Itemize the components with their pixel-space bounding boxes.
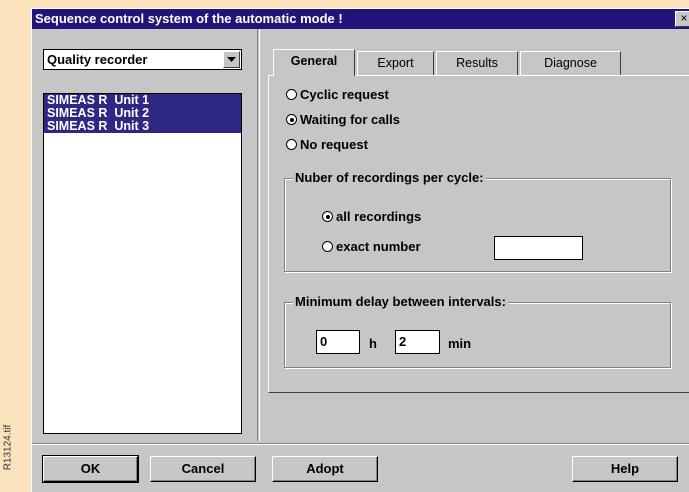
radio-no-request[interactable]: No request: [286, 137, 368, 152]
ok-button[interactable]: OK: [42, 455, 139, 483]
delay-group-legend: Minimum delay between intervals:: [293, 294, 508, 309]
cancel-button[interactable]: Cancel: [150, 456, 256, 482]
dialog-window: Sequence control system of the automatic…: [31, 8, 689, 492]
radio-circle[interactable]: [322, 241, 333, 252]
delay-minutes-input[interactable]: 2: [395, 330, 440, 354]
recordings-group-legend: Nuber of recordings per cycle:: [293, 170, 486, 185]
list-item[interactable]: SIMEAS R Unit 3: [44, 120, 241, 133]
device-type-dropdown[interactable]: Quality recorder: [43, 49, 242, 70]
recordings-group: Nuber of recordings per cycle:: [284, 170, 671, 272]
tab-export[interactable]: Export: [357, 51, 434, 75]
help-button[interactable]: Help: [572, 456, 678, 482]
exact-number-input[interactable]: [494, 236, 583, 260]
radio-circle-checked[interactable]: [322, 211, 333, 222]
dropdown-arrow-icon[interactable]: [223, 51, 240, 68]
radio-label: exact number: [336, 239, 421, 254]
radio-all-recordings[interactable]: all recordings: [322, 209, 421, 224]
hours-unit-label: h: [369, 336, 377, 351]
radio-label: No request: [300, 137, 368, 152]
tab-general[interactable]: General: [273, 49, 355, 76]
radio-label: Cyclic request: [300, 87, 389, 102]
radio-waiting-for-calls[interactable]: Waiting for calls: [286, 112, 400, 127]
minutes-unit-label: min: [448, 336, 472, 351]
title-bar[interactable]: Sequence control system of the automatic…: [32, 9, 689, 29]
vertical-divider: [257, 29, 260, 441]
tab-results[interactable]: Results: [436, 51, 518, 75]
image-file-label: R13124.tif: [1, 409, 15, 489]
button-bar-divider: [32, 443, 689, 445]
radio-circle-checked[interactable]: [286, 114, 297, 125]
radio-label: Waiting for calls: [300, 112, 400, 127]
unit-list[interactable]: SIMEAS R Unit 1 SIMEAS R Unit 2 SIMEAS R…: [43, 93, 242, 434]
adopt-button[interactable]: Adopt: [272, 456, 378, 482]
radio-exact-number[interactable]: exact number: [322, 239, 421, 254]
device-type-value: Quality recorder: [47, 52, 148, 67]
window-title: Sequence control system of the automatic…: [35, 11, 343, 26]
radio-circle[interactable]: [286, 139, 297, 150]
tab-diagnose[interactable]: Diagnose: [520, 51, 621, 75]
close-icon[interactable]: ×: [675, 11, 689, 27]
image-file-label-text: R13124.tif: [2, 424, 14, 471]
radio-circle[interactable]: [286, 89, 297, 100]
radio-label: all recordings: [336, 209, 422, 224]
radio-cyclic-request[interactable]: Cyclic request: [286, 87, 389, 102]
delay-hours-input[interactable]: 0: [316, 330, 360, 354]
